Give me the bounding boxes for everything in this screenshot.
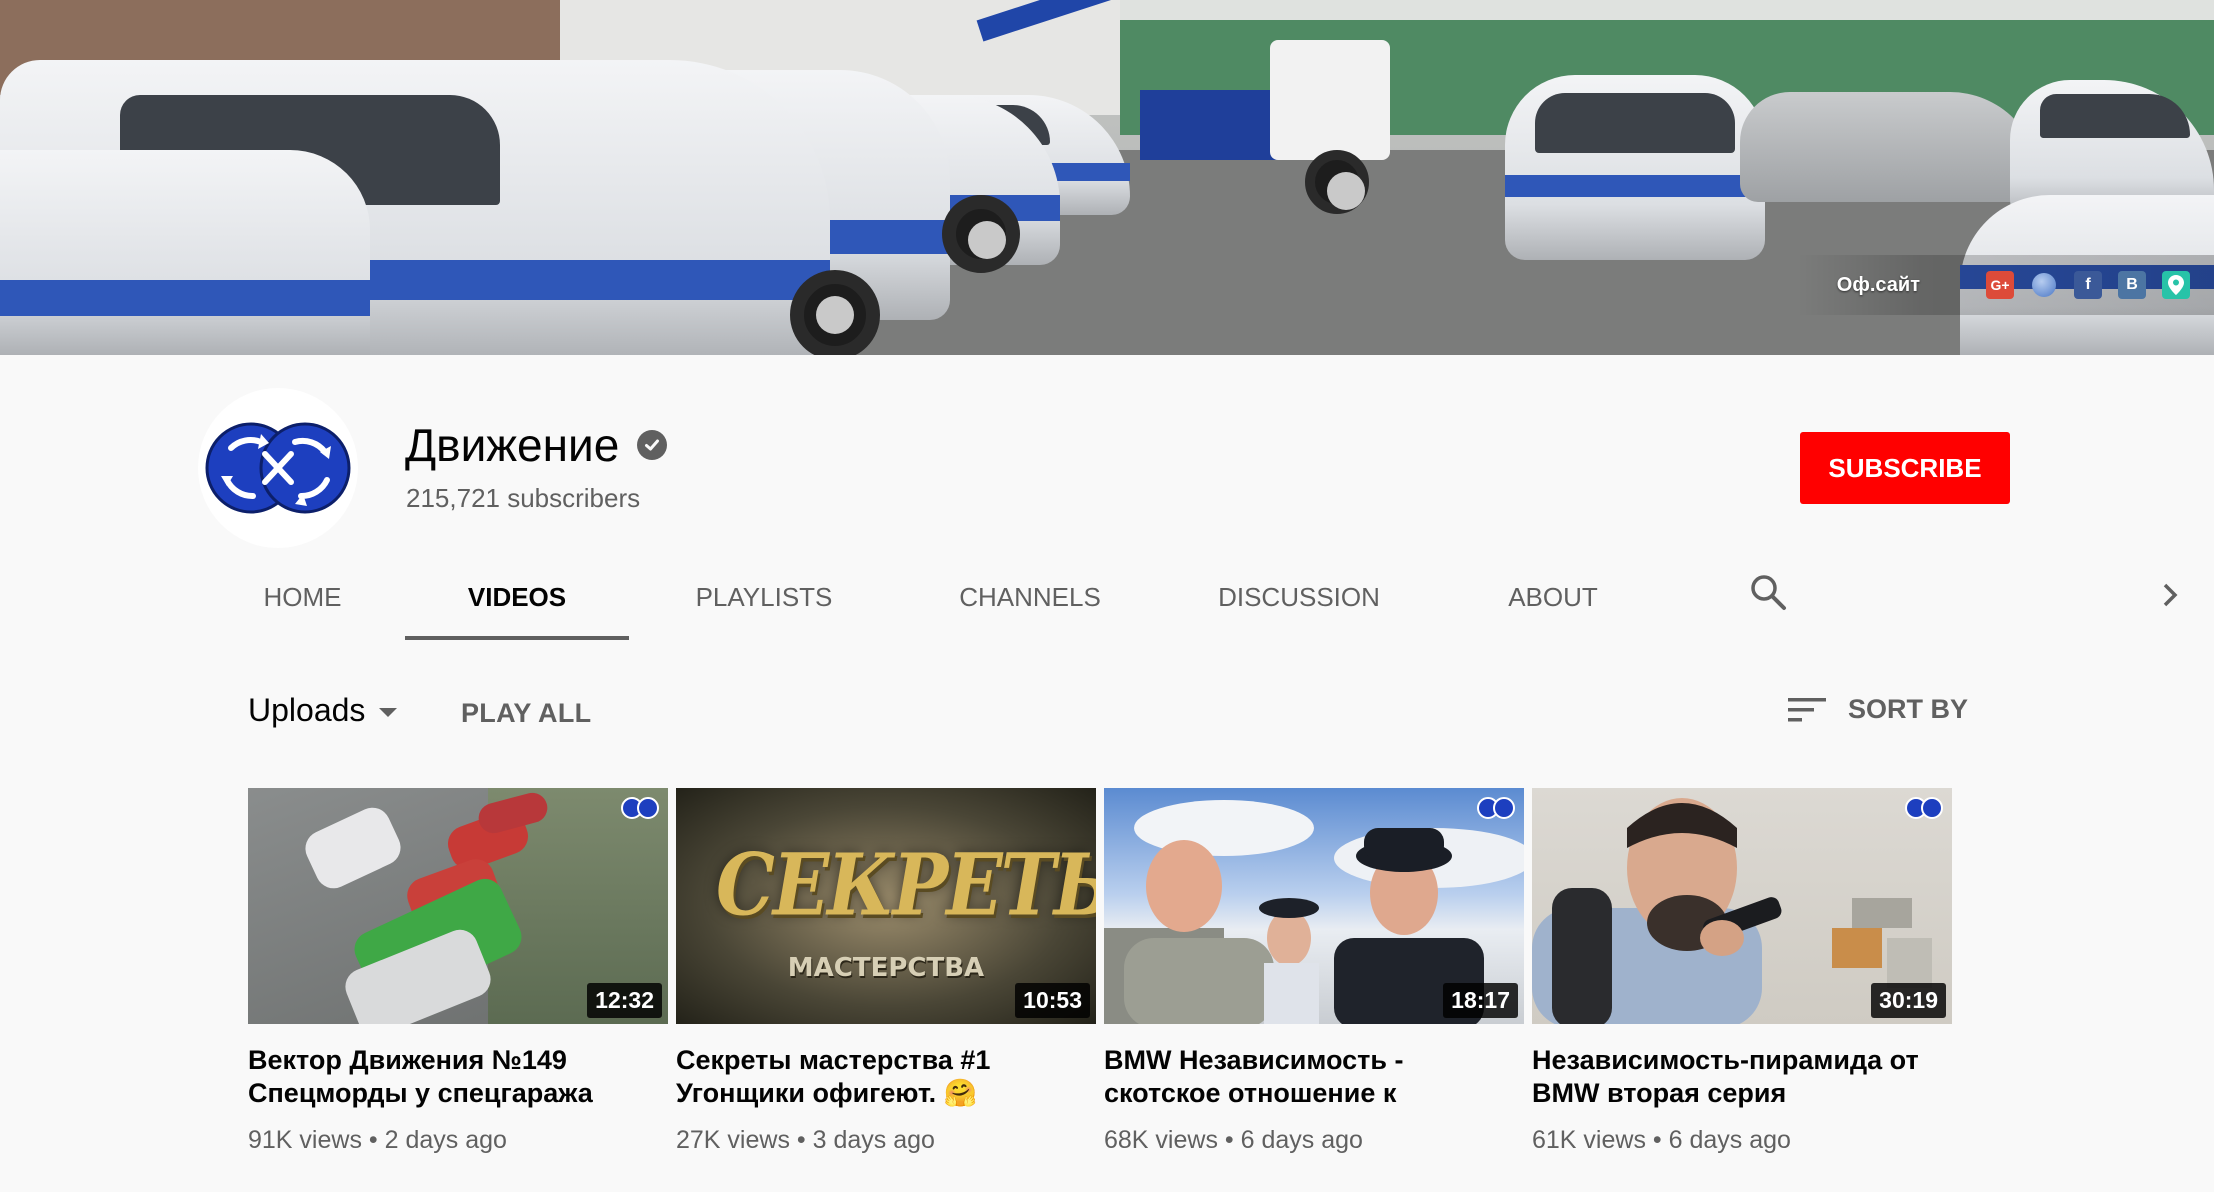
video-meta: 91K views • 2 days ago <box>248 1126 668 1155</box>
video-card[interactable]: 30:19 Независимость-пирамида от BMW втор… <box>1532 788 1952 1155</box>
video-age: 6 days ago <box>1668 1126 1791 1154</box>
tab-videos[interactable]: VIDEOS <box>405 555 629 640</box>
channel-banner: Оф.сайт G+ f B <box>0 0 2214 355</box>
official-site-link[interactable]: Оф.сайт <box>1837 274 1920 297</box>
banner-wheel <box>1305 150 1369 214</box>
globe-icon[interactable] <box>2030 271 2058 299</box>
channel-title: Движение <box>405 418 668 472</box>
banner-tow-truck-body <box>1140 90 1290 160</box>
subscriber-count: 215,721 subscribers <box>406 483 641 513</box>
play-all-button[interactable]: PLAY ALL <box>461 698 591 729</box>
map-pin-icon[interactable] <box>2162 271 2190 299</box>
video-age: 3 days ago <box>812 1126 935 1154</box>
video-card[interactable]: СЕКРЕТЫ МАСТЕРСТВА 10:53 Секреты мастерс… <box>676 788 1096 1155</box>
video-title[interactable]: Независимость-пирамида от BMW вторая сер… <box>1532 1044 1952 1110</box>
tab-about[interactable]: ABOUT <box>1433 555 1673 640</box>
chevron-right-icon[interactable] <box>2156 578 2184 612</box>
video-duration: 12:32 <box>587 983 662 1018</box>
channel-avatar[interactable] <box>198 388 358 548</box>
video-card[interactable]: 18:17 BMW Независимость - скотское отнош… <box>1104 788 1524 1155</box>
video-title[interactable]: BMW Независимость - скотское отношение к <box>1104 1044 1524 1110</box>
video-views: 61K views <box>1532 1126 1646 1154</box>
uploads-dropdown[interactable]: Uploads <box>248 692 398 729</box>
banner-roof <box>1120 0 2214 20</box>
channel-logo-icon <box>205 422 351 514</box>
meta-separator: • <box>1224 1126 1241 1154</box>
video-title[interactable]: Вектор Движения №149 Спецморды у спецгар… <box>248 1044 668 1110</box>
channel-watermark-icon <box>1477 797 1515 819</box>
banner-links: Оф.сайт G+ f B <box>1796 255 2214 315</box>
channel-tabs: HOME VIDEOS PLAYLISTS CHANNELS DISCUSSIO… <box>200 555 1673 640</box>
video-title[interactable]: Секреты мастерства #1 Угонщики офигеют. … <box>676 1044 1096 1110</box>
google-plus-icon[interactable]: G+ <box>1986 271 2014 299</box>
video-meta: 61K views • 6 days ago <box>1532 1126 1952 1155</box>
verified-check-icon <box>637 430 668 460</box>
video-thumbnail[interactable]: 30:19 <box>1532 788 1952 1024</box>
video-duration: 18:17 <box>1443 983 1518 1018</box>
video-duration: 10:53 <box>1015 983 1090 1018</box>
thumbnail-subtitle-text: МАСТЕРСТВА <box>787 953 985 983</box>
facebook-icon[interactable]: f <box>2074 271 2102 299</box>
video-views: 68K views <box>1104 1126 1218 1154</box>
channel-watermark-icon <box>1905 797 1943 819</box>
video-views: 27K views <box>676 1126 790 1154</box>
video-views: 91K views <box>248 1126 362 1154</box>
sort-by-button[interactable]: SORT BY <box>1788 694 1968 725</box>
vk-icon[interactable]: B <box>2118 271 2146 299</box>
video-meta: 68K views • 6 days ago <box>1104 1126 1524 1155</box>
channel-name[interactable]: Движение <box>405 418 619 472</box>
banner-police-car-front <box>0 150 370 355</box>
video-grid: 12:32 Вектор Движения №149 Спецморды у с… <box>248 788 1952 1155</box>
video-card[interactable]: 12:32 Вектор Движения №149 Спецморды у с… <box>248 788 668 1155</box>
video-thumbnail[interactable]: 18:17 <box>1104 788 1524 1024</box>
channel-watermark-icon <box>621 797 659 819</box>
sort-by-label: SORT BY <box>1848 694 1969 724</box>
banner-wheel <box>942 195 1020 273</box>
banner-gray-car <box>1740 92 2040 202</box>
uploads-label: Uploads <box>248 692 366 728</box>
tab-discussion[interactable]: DISCUSSION <box>1165 555 1433 640</box>
video-duration: 30:19 <box>1871 983 1946 1018</box>
meta-separator: • <box>1652 1126 1669 1154</box>
tab-home[interactable]: HOME <box>200 555 405 640</box>
tab-playlists[interactable]: PLAYLISTS <box>629 555 899 640</box>
video-age: 6 days ago <box>1240 1126 1363 1154</box>
search-icon[interactable] <box>1748 572 1788 612</box>
video-age: 2 days ago <box>384 1126 507 1154</box>
meta-separator: • <box>368 1126 385 1154</box>
video-meta: 27K views • 3 days ago <box>676 1126 1096 1155</box>
video-thumbnail[interactable]: СЕКРЕТЫ МАСТЕРСТВА 10:53 <box>676 788 1096 1024</box>
video-thumbnail[interactable]: 12:32 <box>248 788 668 1024</box>
meta-separator: • <box>796 1126 813 1154</box>
caret-down-icon <box>379 708 398 717</box>
sort-icon <box>1788 697 1826 721</box>
banner-police-car <box>1505 75 1765 260</box>
banner-tow-truck-cab <box>1270 40 1390 160</box>
banner-wheel <box>790 270 880 355</box>
tab-channels[interactable]: CHANNELS <box>895 555 1165 640</box>
subscribe-button[interactable]: SUBSCRIBE <box>1800 432 2010 504</box>
thumbnail-title-text: СЕКРЕТЫ <box>716 836 1096 936</box>
